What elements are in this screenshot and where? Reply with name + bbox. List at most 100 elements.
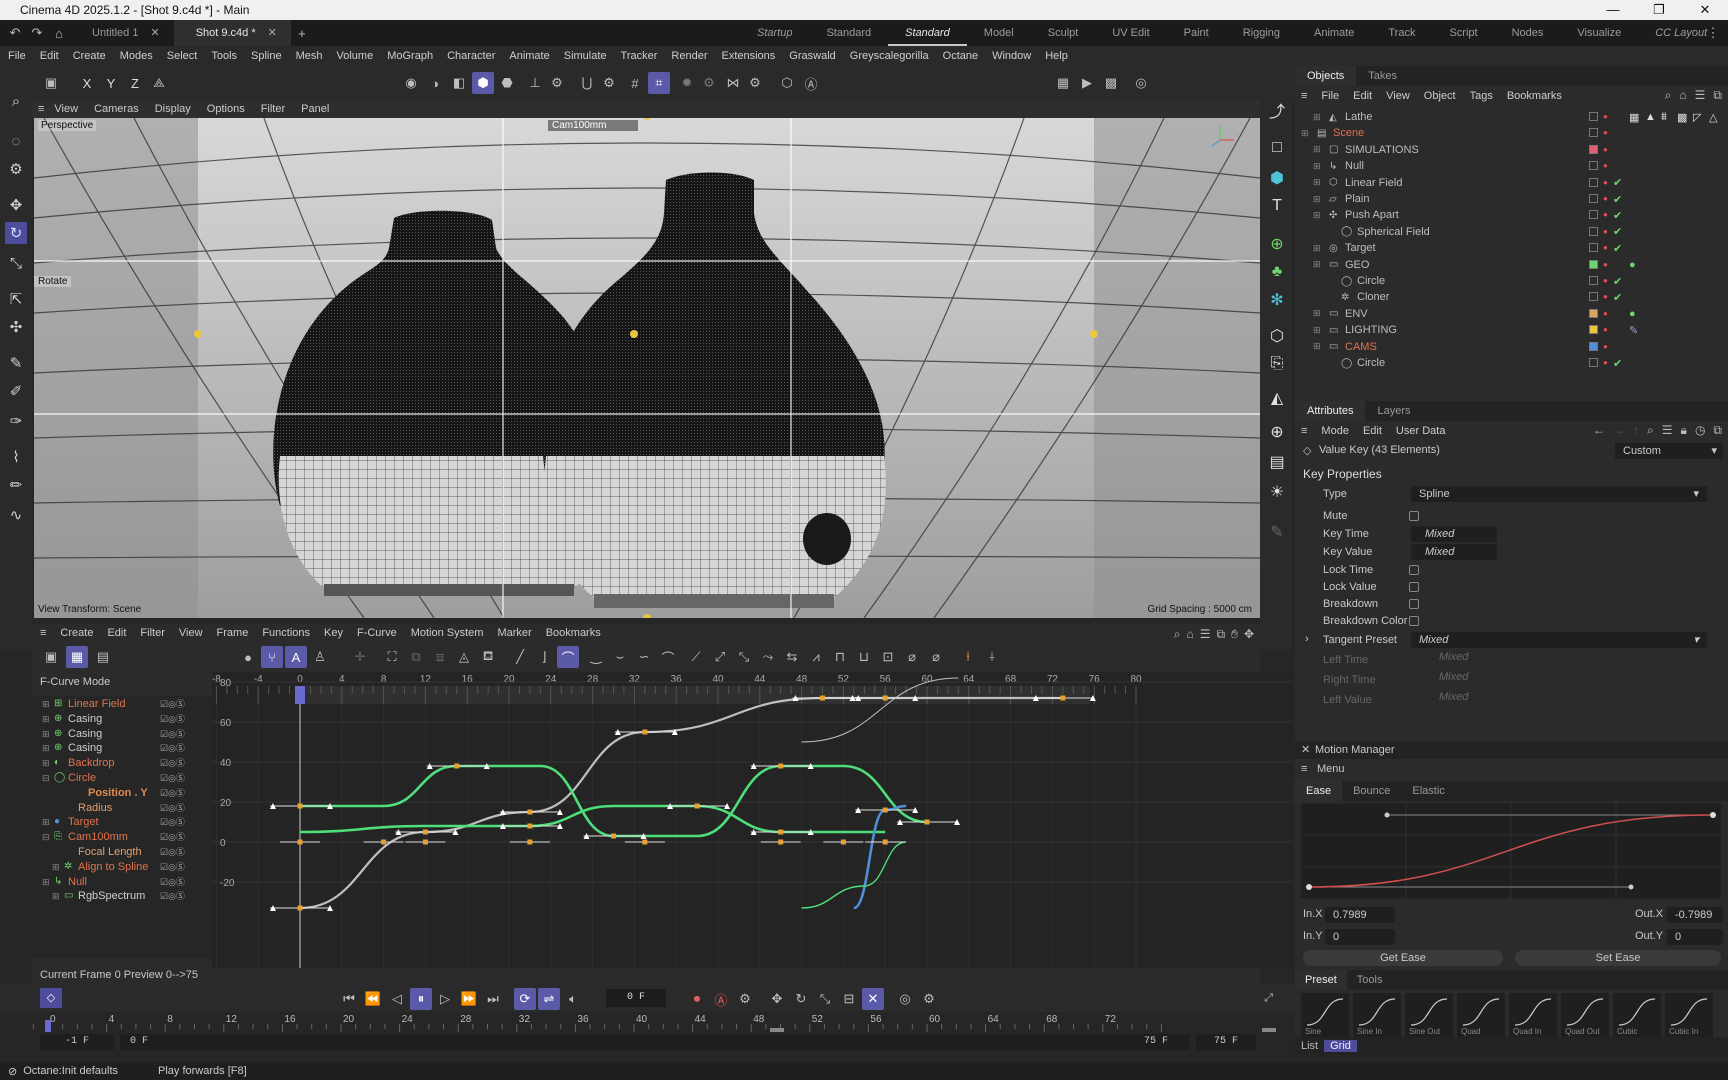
ease-preset[interactable]: Quad In: [1509, 993, 1557, 1037]
user-icon[interactable]: ♙: [309, 646, 331, 668]
frame-all-icon[interactable]: ✛: [349, 646, 371, 668]
tab-bounce[interactable]: Bounce: [1342, 781, 1401, 801]
visibility-dots-icon[interactable]: ●: [1603, 113, 1608, 121]
search-icon[interactable]: ⌕: [1665, 88, 1672, 103]
keyframe[interactable]: [642, 729, 648, 735]
object-row[interactable]: ⊞ ◎ Target ● ✔: [1295, 239, 1728, 257]
timeline-menu-functions[interactable]: Functions: [262, 627, 310, 639]
keyframe[interactable]: [820, 695, 825, 701]
render-region-icon[interactable]: ▦: [1052, 72, 1074, 94]
motion-menu[interactable]: Menu: [1317, 763, 1345, 775]
track-toggle-icons[interactable]: ☑◎Ⓢ: [160, 785, 185, 801]
end-frame-field[interactable]: 75 F: [1196, 1034, 1256, 1050]
keyframe[interactable]: [454, 763, 460, 769]
object-row[interactable]: ⊞ ↳ Null ●: [1295, 157, 1728, 175]
keyframe[interactable]: [840, 839, 846, 845]
spline-pen-icon[interactable]: ✐: [5, 380, 27, 402]
fcurve-graph[interactable]: -8 -4 0 4 8 12 16 20 24 28 32 36 40 44 48 52 56 60 64 68 72 7…: [212, 672, 1292, 968]
search-icon[interactable]: ⌕: [1647, 423, 1654, 438]
objects-menu-file[interactable]: File: [1321, 90, 1339, 102]
viewport-menu-options[interactable]: Options: [207, 103, 245, 115]
visibility-dots-icon[interactable]: ●: [1603, 145, 1608, 154]
ripple-icon[interactable]: ⧈: [429, 646, 451, 668]
list-view-button[interactable]: List: [1295, 1040, 1324, 1052]
close-tab-icon[interactable]: ✕: [268, 27, 277, 39]
enabled-check-icon[interactable]: ✔: [1613, 275, 1622, 288]
keyframe[interactable]: [297, 905, 303, 911]
breakdown-checkbox[interactable]: [1409, 599, 1419, 609]
tab-elastic[interactable]: Elastic: [1401, 781, 1455, 801]
track-toggle-icons[interactable]: ☑◎Ⓢ: [160, 814, 185, 830]
expand-icon[interactable]: ⊞: [42, 755, 50, 771]
grid-icon[interactable]: #: [624, 72, 646, 94]
environment-icon[interactable]: ⊕: [1265, 420, 1289, 444]
transform-tool-icon[interactable]: ⇱: [5, 288, 27, 310]
object-row[interactable]: ⊞ ◭ Lathe ● ▦ ▲ ⩩ ▩ ◸ △: [1295, 108, 1728, 126]
expand-icon[interactable]: ⊞: [42, 726, 50, 742]
object-row[interactable]: ⊞ ▭ LIGHTING ● ✎: [1295, 321, 1728, 339]
object-row[interactable]: ◯ Circle ● ✔: [1295, 272, 1728, 290]
objects-menu-bookmarks[interactable]: Bookmarks: [1507, 90, 1562, 102]
filter-icon[interactable]: ☰: [1662, 423, 1673, 438]
track-toggle-icons[interactable]: ☑◎Ⓢ: [160, 770, 185, 786]
menu-greyscalegorilla[interactable]: Greyscalegorilla: [850, 50, 929, 62]
object-row[interactable]: ⊞ ▢ SIMULATIONS ●: [1295, 141, 1728, 159]
track-toggle-icons[interactable]: ☑◎Ⓢ: [160, 696, 185, 712]
breakdown-icon[interactable]: ⊡: [877, 646, 899, 668]
viewport[interactable]: Perspective Cam100mm Rotate View Transfo…: [34, 118, 1260, 618]
history-icon[interactable]: ◷: [1695, 423, 1705, 438]
tag-icon[interactable]: ◸: [1693, 111, 1701, 124]
track-row[interactable]: ⊞ ✲ Align to Spline ☑◎Ⓢ: [42, 859, 212, 875]
menu-extensions[interactable]: Extensions: [721, 50, 775, 62]
layer-color-swatch[interactable]: [1589, 226, 1598, 236]
soft-selection-icon[interactable]: ✹: [676, 72, 698, 94]
timeline-menu-edit[interactable]: Edit: [107, 627, 126, 639]
hand-icon[interactable]: ✋︎: [1231, 627, 1238, 642]
polygons-mode-icon[interactable]: ◧: [448, 72, 470, 94]
tab-attributes[interactable]: Attributes: [1295, 401, 1366, 421]
new-tab-icon[interactable]: +: [291, 22, 313, 44]
menu-help[interactable]: Help: [1045, 50, 1068, 62]
menu-window[interactable]: Window: [992, 50, 1031, 62]
menu-character[interactable]: Character: [447, 50, 495, 62]
tag-icon[interactable]: ▩: [1677, 111, 1687, 124]
render-icon[interactable]: ▤: [1265, 450, 1289, 474]
zero-left-icon[interactable]: ⌀: [901, 646, 923, 668]
current-frame-field[interactable]: 0 F: [606, 989, 666, 1007]
layout-script[interactable]: Script: [1432, 20, 1494, 46]
dope-sheet-icon[interactable]: ▤: [92, 646, 114, 668]
menu-mograph[interactable]: MoGraph: [387, 50, 433, 62]
tab-tools[interactable]: Tools: [1347, 970, 1393, 990]
keyframe[interactable]: [422, 839, 428, 845]
step-interpolation-icon[interactable]: ⌋: [533, 646, 555, 668]
expand-icon[interactable]: ⊞: [1313, 144, 1321, 155]
previous-key-icon[interactable]: ⏪: [362, 988, 384, 1010]
visibility-dots-icon[interactable]: ●: [1603, 293, 1608, 301]
menu-animate[interactable]: Animate: [509, 50, 549, 62]
enabled-check-icon[interactable]: ✔: [1613, 225, 1622, 238]
ease-preset[interactable]: Quad Out: [1561, 993, 1609, 1037]
objects-menu-edit[interactable]: Edit: [1353, 90, 1372, 102]
menu-edit[interactable]: Edit: [40, 50, 59, 62]
enabled-check-icon[interactable]: ✔: [1613, 242, 1622, 255]
layout-model[interactable]: Model: [967, 20, 1031, 46]
scrub-playhead[interactable]: [45, 1020, 51, 1032]
track-row[interactable]: ⊞ ⊕ Casing ☑◎Ⓢ: [42, 711, 212, 727]
expand-icon[interactable]: ⊞: [42, 696, 50, 712]
lock-tangent-length-icon[interactable]: ⤡: [733, 646, 755, 668]
close-button[interactable]: ✕: [1682, 0, 1728, 20]
key-value-field[interactable]: Mixed: [1411, 544, 1497, 560]
timeline-menu-view[interactable]: View: [179, 627, 203, 639]
param-key-icon[interactable]: ⊟: [838, 988, 860, 1010]
move-tool-icon[interactable]: ✥: [5, 194, 27, 216]
object-row[interactable]: ⊞ ▭ CAMS ●: [1295, 338, 1728, 356]
keyframe[interactable]: [882, 695, 888, 701]
key-time-field[interactable]: Mixed: [1411, 526, 1497, 542]
edges-mode-icon[interactable]: ◑: [424, 72, 446, 94]
layer-color-swatch[interactable]: [1589, 341, 1598, 351]
object-row[interactable]: ◯ Spherical Field ● ✔: [1295, 223, 1728, 241]
keyframe[interactable]: [882, 807, 888, 813]
workplane-icon[interactable]: ⌗: [648, 72, 670, 94]
camera-label[interactable]: Cam100mm: [548, 120, 638, 131]
home-icon[interactable]: ⌂: [1679, 88, 1686, 103]
